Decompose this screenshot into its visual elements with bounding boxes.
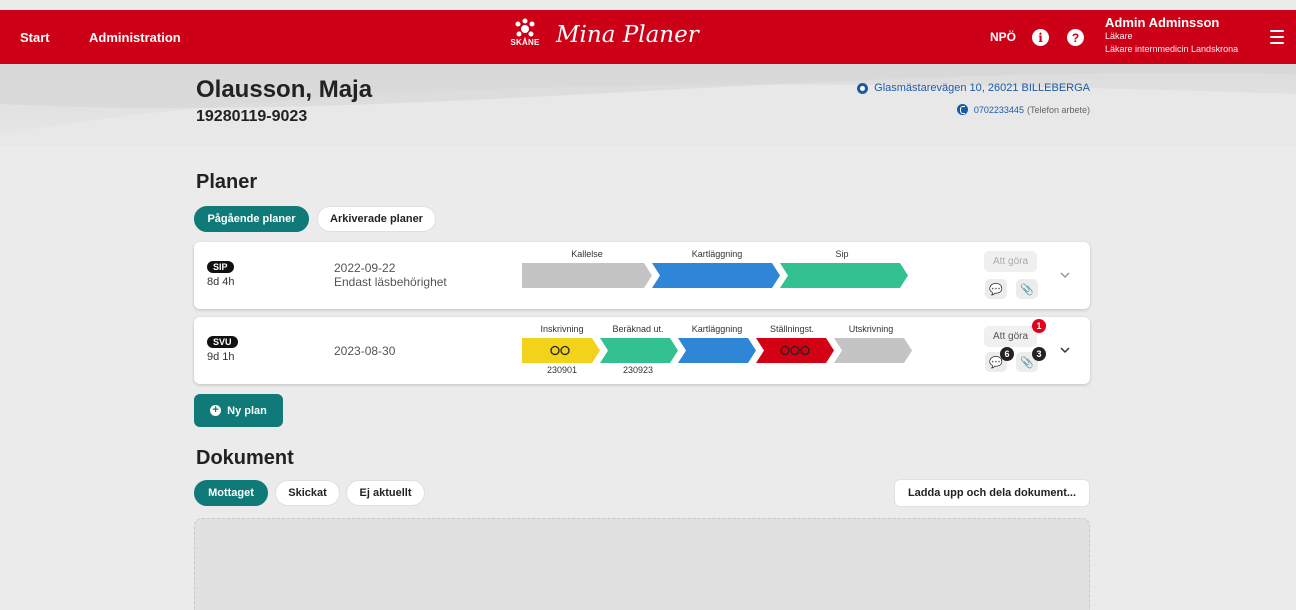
step-arrow-stallningst [756,338,834,363]
brand[interactable]: SKÅNE Mina Planer [508,18,699,56]
plan-type-badge: SIP [207,261,234,273]
steps-arrows [522,338,912,363]
comments-count-badge: 6 [1000,347,1014,361]
attachments-button[interactable]: 📎 [1016,279,1038,299]
nav-start-link[interactable]: Start [20,10,50,64]
tab-sent[interactable]: Skickat [275,480,340,506]
steps-arrows [522,263,908,288]
patient-phone: 0702233445 (Telefon arbete) [956,104,1090,115]
griffin-icon [515,18,535,37]
banner-wave-decoration [0,64,1296,146]
step-label: Beräknad ut. [612,324,664,334]
location-pin-icon [857,82,869,94]
documents-heading: Dokument [196,447,294,469]
plan-access-note: Endast läsbehörighet [334,275,447,289]
top-bar: Start Administration SKÅNE Mina Planer N… [0,10,1296,64]
phone-type: (Telefon arbete) [1026,104,1090,115]
step-arrow-kartlaggning [678,338,756,363]
comment-icon: 💬 [989,283,1003,296]
phone-number: 0702233445 [973,104,1024,115]
patient-personnummer: 19280119-9023 [196,108,308,125]
todo-count-badge: 1 [1032,319,1046,333]
plus-circle-icon: + [210,405,222,416]
plan-duration: 9d 1h [207,351,235,363]
step-arrow-beraknad-ut [600,338,678,363]
tab-archived-plans[interactable]: Arkiverade planer [317,206,436,232]
paperclip-icon: 📎 [1020,356,1034,369]
step-label: Kartläggning [691,249,743,259]
attachments-count-badge: 3 [1032,347,1046,361]
region-skane-logo: SKÅNE [508,18,542,56]
user-unit: Läkare internmedicin Landskrona [1105,44,1239,54]
help-icon[interactable]: ? [1067,29,1084,46]
todo-button[interactable]: Att göra [984,326,1038,347]
step-arrow-sip [780,263,908,288]
plan-type-badge: SVU [207,336,238,348]
document-drop-area[interactable] [194,518,1090,610]
npo-link[interactable]: NPÖ [990,10,1016,64]
new-plan-label: Ny plan [227,404,267,417]
step-label: Ställningst. [769,324,815,334]
plan-duration: 8d 4h [207,276,235,288]
step-label: Kartläggning [691,324,743,334]
step-label: Utskrivning [848,324,894,334]
logo-text: SKÅNE [510,38,540,47]
tab-ongoing-plans[interactable]: Pågående planer [194,206,309,232]
new-plan-button[interactable]: + Ny plan [194,394,283,427]
info-icon[interactable]: i [1032,29,1049,46]
user-info[interactable]: Admin Adminsson Läkare Läkare internmedi… [1105,16,1238,56]
user-role: Läkare [1105,31,1133,41]
step-arrow-kartlaggning [652,263,780,288]
step-label: Inskrivning [540,324,584,334]
comments-button[interactable]: 💬 [985,279,1007,299]
expand-chevron-icon[interactable] [1060,270,1070,280]
user-name: Admin Adminsson [1105,15,1220,30]
app-title: Mina Planer [556,22,699,48]
step-date: 230901 [546,365,578,375]
hamburger-menu-icon[interactable] [1270,30,1284,44]
step-arrow-kallelse [522,263,652,288]
todo-button[interactable]: Att göra [984,251,1038,272]
plan-card-svu[interactable]: SVU 9d 1h 2023-08-30 Inskrivning Beräkna… [194,317,1090,384]
patient-address: Glasmästarevägen 10, 26021 BILLEBERGA [857,82,1090,94]
plan-date: 2022-09-22 [334,261,396,275]
step-label: Sip [835,249,849,259]
expand-chevron-icon[interactable] [1060,345,1070,355]
patient-banner: Olausson, Maja 19280119-9023 Glasmästare… [0,64,1296,146]
step-label: Kallelse [571,249,603,259]
upload-share-document-button[interactable]: Ladda upp och dela dokument... [894,479,1090,507]
step-date: 230923 [622,365,654,375]
step-arrow-utskrivning [834,338,912,363]
paperclip-icon: 📎 [1020,283,1034,296]
plan-date: 2023-08-30 [334,344,396,358]
nav-administration-link[interactable]: Administration [89,10,181,64]
patient-name: Olausson, Maja [196,76,373,103]
tab-not-current[interactable]: Ej aktuellt [346,480,425,506]
tab-received[interactable]: Mottaget [194,480,268,506]
plans-heading: Planer [196,171,258,193]
address-text: Glasmästarevägen 10, 26021 BILLEBERGA [874,82,1090,94]
phone-icon [956,104,968,115]
plan-card-sip[interactable]: SIP 8d 4h 2022-09-22 Endast läsbehörighe… [194,242,1090,309]
